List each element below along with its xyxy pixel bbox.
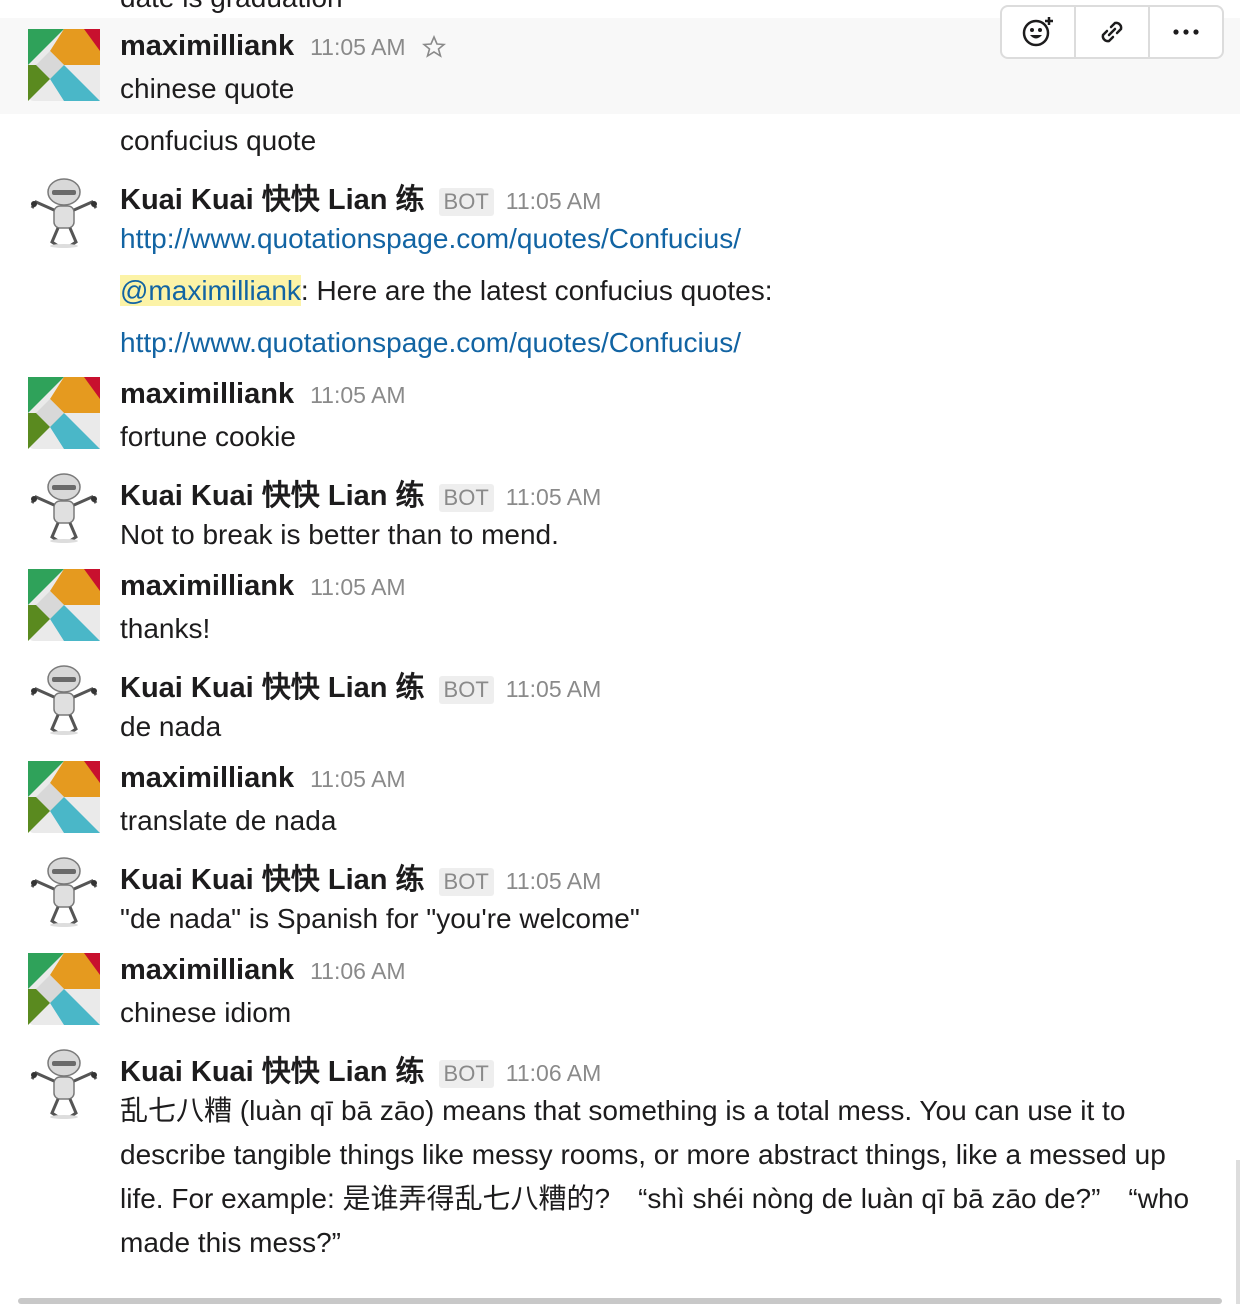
link-icon — [1101, 21, 1123, 43]
timestamp[interactable]: 11:05 AM — [310, 382, 405, 409]
message-header: Kuai Kuai 快快 Lian 练 BOT 11:05 AM — [120, 856, 601, 898]
message-text: thanks! — [120, 613, 211, 644]
timestamp[interactable]: 11:05 AM — [506, 868, 601, 895]
message-text: confucius quote — [120, 125, 317, 156]
scrollbar-track[interactable] — [1236, 1160, 1240, 1304]
bot-avatar[interactable] — [28, 1047, 100, 1119]
message-header: maximilliank 11:06 AM — [120, 954, 406, 987]
timestamp[interactable]: 11:05 AM — [310, 766, 405, 793]
author-name[interactable]: Kuai Kuai 快快 Lian 练 — [120, 1048, 425, 1090]
message-text: de nada — [120, 711, 222, 742]
bot-badge: BOT — [438, 484, 494, 512]
bot-avatar[interactable] — [28, 176, 100, 248]
message-header: maximilliank 11:05 AM — [120, 762, 406, 795]
avatar[interactable] — [28, 29, 100, 101]
bot-badge: BOT — [438, 676, 494, 704]
author-name[interactable]: Kuai Kuai 快快 Lian 练 — [120, 664, 425, 706]
message-header: maximilliank 11:05 AM — [120, 570, 406, 603]
author-name[interactable]: maximilliank — [120, 378, 294, 411]
author-name[interactable]: maximilliank — [120, 954, 294, 987]
horizontal-scrollbar[interactable] — [18, 1298, 1222, 1304]
more-icon — [1173, 29, 1199, 35]
bot-avatar[interactable] — [28, 855, 100, 927]
avatar[interactable] — [28, 377, 100, 449]
bot-badge: BOT — [438, 1060, 494, 1088]
message-text: "de nada" is Spanish for "you're welcome… — [120, 903, 640, 934]
timestamp[interactable]: 11:05 AM — [506, 676, 601, 703]
timestamp[interactable]: 11:05 AM — [506, 188, 601, 215]
message-text: fortune cookie — [120, 421, 296, 452]
timestamp[interactable]: 11:05 AM — [506, 484, 601, 511]
link[interactable]: http://www.quotationspage.com/quotes/Con… — [120, 223, 741, 254]
link[interactable]: http://www.quotationspage.com/quotes/Con… — [120, 327, 741, 358]
message-text: translate de nada — [120, 805, 337, 836]
author-name[interactable]: Kuai Kuai 快快 Lian 练 — [120, 472, 425, 514]
bot-badge: BOT — [438, 868, 494, 896]
message-header: Kuai Kuai 快快 Lian 练 BOT 11:05 AM — [120, 176, 601, 218]
message-header: maximilliank 11:05 AM — [120, 378, 406, 411]
message-header: maximilliank 11:05 AM — [120, 30, 446, 63]
timestamp[interactable]: 11:06 AM — [310, 958, 405, 985]
message-text: : Here are the latest confucius quotes: — [300, 275, 773, 306]
copy-link-button[interactable] — [1076, 7, 1150, 57]
author-name[interactable]: Kuai Kuai 快快 Lian 练 — [120, 176, 425, 218]
more-actions-button[interactable] — [1150, 7, 1222, 57]
timestamp[interactable]: 11:05 AM — [310, 34, 405, 61]
timestamp[interactable]: 11:05 AM — [310, 574, 405, 601]
message-actions-toolbar — [1000, 5, 1224, 59]
message-text: chinese idiom — [120, 997, 292, 1028]
author-name[interactable]: maximilliank — [120, 762, 294, 795]
avatar[interactable] — [28, 569, 100, 641]
partial-previous-message: date is graduation — [120, 0, 343, 14]
message-text: @maximilliank: Here are the latest confu… — [120, 269, 773, 313]
user-mention[interactable]: @maximilliank — [120, 275, 301, 306]
bot-avatar[interactable] — [28, 471, 100, 543]
message-header: Kuai Kuai 快快 Lian 练 BOT 11:05 AM — [120, 664, 601, 706]
author-name[interactable]: maximilliank — [120, 30, 294, 63]
avatar[interactable] — [28, 761, 100, 833]
timestamp[interactable]: 11:06 AM — [506, 1060, 601, 1087]
message-text: Not to break is better than to mend. — [120, 519, 559, 550]
avatar[interactable] — [28, 953, 100, 1025]
message-header: Kuai Kuai 快快 Lian 练 BOT 11:06 AM — [120, 1048, 601, 1090]
author-name[interactable]: maximilliank — [120, 570, 294, 603]
message-text: chinese quote — [120, 73, 295, 104]
author-name[interactable]: Kuai Kuai 快快 Lian 练 — [120, 856, 425, 898]
star-icon[interactable] — [421, 34, 446, 59]
add-reaction-icon — [1022, 17, 1053, 47]
add-reaction-button[interactable] — [1002, 7, 1076, 57]
message-text: 乱七八糟 (luàn qī bā zāo) means that somethi… — [120, 1095, 1190, 1258]
message-header: Kuai Kuai 快快 Lian 练 BOT 11:05 AM — [120, 472, 601, 514]
bot-badge: BOT — [438, 188, 494, 216]
bot-avatar[interactable] — [28, 663, 100, 735]
